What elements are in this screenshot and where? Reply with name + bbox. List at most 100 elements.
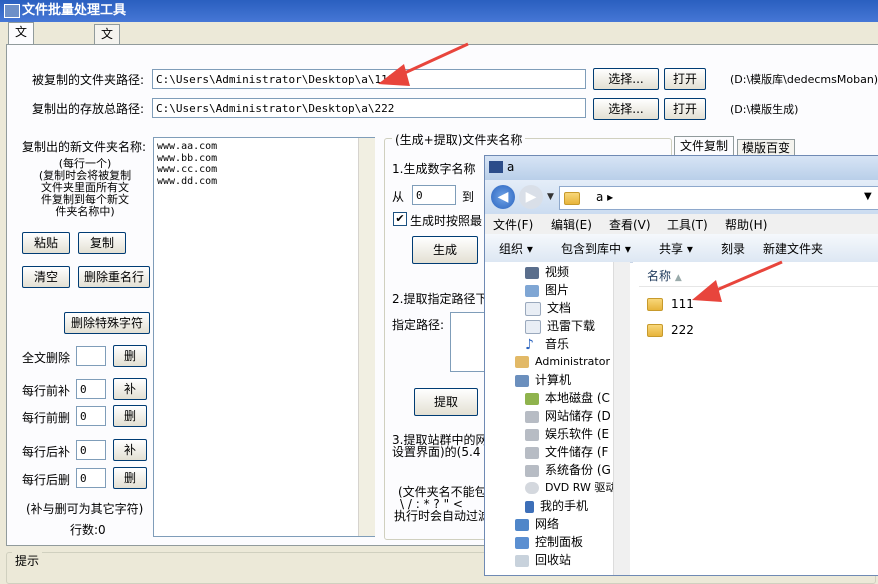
menu-edit[interactable]: 编辑(E): [551, 216, 592, 233]
menu-file[interactable]: 文件(F): [493, 216, 533, 233]
navigation-scrollbar[interactable]: [613, 262, 630, 575]
generate-button[interactable]: 生成: [412, 236, 478, 264]
path-label: 指定路径:: [392, 318, 445, 332]
explorer-window: a ◀ ▶ ▼ a ▸ ▼ 文件(F) 编辑(E) 查看(V) 工具(T) 帮助…: [484, 155, 878, 576]
file-item-111[interactable]: 111: [647, 295, 694, 313]
organize-button[interactable]: 组织 ▾: [499, 240, 533, 257]
from-input[interactable]: 0: [412, 185, 456, 205]
suffix-add-label: 每行后补: [22, 445, 71, 459]
drive-icon: [525, 410, 539, 423]
tree-item-documents[interactable]: 文档: [525, 299, 571, 317]
menu-help[interactable]: 帮助(H): [725, 216, 767, 233]
tree-item-disk-f[interactable]: 文件储存 (F: [525, 443, 608, 461]
suffix-add-button[interactable]: 补: [113, 439, 147, 461]
prefix-del-input[interactable]: 0: [76, 406, 106, 426]
dest-choose-button[interactable]: 选择...: [593, 98, 659, 120]
line-count: 行数:0: [70, 523, 106, 537]
app-icon: [4, 4, 20, 18]
new-folder-button[interactable]: 新建文件夹: [763, 240, 823, 257]
share-button[interactable]: 共享 ▾: [659, 240, 693, 257]
prefix-add-input[interactable]: 0: [76, 379, 106, 399]
new-names-textarea[interactable]: www.aa.com www.bb.com www.cc.com www.dd.…: [153, 137, 375, 537]
system-drive-icon: [525, 392, 539, 405]
menu-tools[interactable]: 工具(T): [667, 216, 708, 233]
names-scrollbar[interactable]: [358, 138, 375, 536]
note-text: (补与删可为其它字符): [26, 502, 144, 516]
explorer-app-icon: [489, 161, 503, 173]
history-dropdown-icon[interactable]: ▼: [547, 192, 554, 202]
tree-item-disk-c[interactable]: 本地磁盘 (C: [525, 389, 610, 407]
delete-all-input[interactable]: [76, 346, 106, 366]
copy-button[interactable]: 复制: [78, 232, 126, 254]
to-label: 到: [462, 190, 475, 204]
music-icon: ♪: [525, 336, 534, 353]
column-header-name[interactable]: 名称 ▲: [647, 267, 682, 284]
burn-button[interactable]: 刻录: [721, 240, 745, 257]
dest-open-button[interactable]: 打开: [664, 98, 706, 120]
status-label: 提示: [12, 552, 43, 569]
tree-item-disk-d[interactable]: 网站储存 (D: [525, 407, 611, 425]
tree-item-administrator[interactable]: Administrator: [515, 353, 610, 371]
suffix-add-input[interactable]: 0: [76, 440, 106, 460]
generate-group-title: (生成+提取)文件夹名称: [392, 131, 526, 148]
folder-icon: [564, 192, 580, 205]
tree-item-disk-g[interactable]: 系统备份 (G: [525, 461, 611, 479]
address-field[interactable]: a ▸ ▼: [559, 186, 878, 210]
suffix-del-input[interactable]: 0: [76, 468, 106, 488]
tree-item-videos[interactable]: 视频: [525, 263, 569, 281]
tree-item-xunlei[interactable]: 迅雷下载: [525, 317, 595, 335]
tree-item-computer[interactable]: 计算机: [515, 371, 571, 389]
source-path-hint: (D:\模版库\dedecmsMoban): [730, 73, 878, 86]
source-open-button[interactable]: 打开: [664, 68, 706, 90]
source-choose-button[interactable]: 选择...: [593, 68, 659, 90]
explorer-address-bar: ◀ ▶ ▼ a ▸ ▼: [485, 180, 878, 216]
suffix-del-button[interactable]: 删: [113, 467, 147, 489]
dest-path-input[interactable]: C:\Users\Administrator\Desktop\a\222: [152, 98, 586, 118]
name-line: www.aa.com: [157, 141, 218, 152]
tree-item-recycle-bin[interactable]: 回收站: [515, 551, 571, 569]
clear-button[interactable]: 清空: [22, 266, 70, 288]
tree-item-dvd[interactable]: DVD RW 驱动: [525, 479, 615, 497]
tree-item-control-panel[interactable]: 控制面板: [515, 533, 583, 551]
document-icon: [525, 301, 541, 316]
include-library-button[interactable]: 包含到库中 ▾: [561, 240, 631, 257]
file-item-222[interactable]: 222: [647, 321, 694, 339]
new-names-label: 复制出的新文件夹名称:: [22, 140, 147, 154]
tree-item-pictures[interactable]: 图片: [525, 281, 569, 299]
tree-item-network[interactable]: 网络: [515, 515, 559, 533]
navigation-pane: 视频 图片 文档 迅雷下载 ♪ 音乐 Administrator 计算机 本地磁盘…: [485, 262, 615, 575]
tree-item-music[interactable]: ♪ 音乐: [525, 335, 569, 353]
address-dropdown-icon[interactable]: ▼: [864, 191, 872, 202]
prefix-add-button[interactable]: 补: [113, 378, 147, 400]
sort-checkbox[interactable]: ✔: [393, 212, 407, 226]
tree-item-phone[interactable]: 我的手机: [525, 497, 588, 515]
step2-label: 2.提取指定路径下: [392, 292, 488, 306]
paste-button[interactable]: 粘贴: [22, 232, 70, 254]
prefix-add-label: 每行前补: [22, 384, 71, 398]
delete-all-button[interactable]: 删: [113, 345, 147, 367]
tab-batch-copy[interactable]: 文件批量复制: [8, 22, 35, 134]
forward-icon[interactable]: ▶: [519, 185, 543, 209]
menu-view[interactable]: 查看(V): [609, 216, 651, 233]
back-icon[interactable]: ◀: [491, 185, 515, 209]
prefix-del-label: 每行前删: [22, 411, 71, 425]
user-folder-icon: [515, 356, 529, 368]
dest-path-label: 复制出的存放总路径:: [32, 102, 145, 116]
extract-button[interactable]: 提取: [414, 388, 478, 416]
source-path-input[interactable]: C:\Users\Administrator\Desktop\a\111: [152, 69, 586, 89]
tree-item-disk-e[interactable]: 娱乐软件 (E: [525, 425, 609, 443]
remove-special-button[interactable]: 删除特殊字符: [64, 312, 150, 334]
window-title: 文件批量处理工具: [22, 3, 127, 18]
explorer-title: a: [507, 160, 515, 174]
delete-all-label: 全文删除: [22, 351, 71, 365]
tab-file-copy[interactable]: 文件复制: [674, 136, 735, 157]
name-line: www.dd.com: [157, 175, 218, 187]
dedupe-button[interactable]: 删除重名行: [78, 266, 150, 288]
drive-icon: [525, 464, 539, 477]
explorer-title-bar: a: [485, 156, 878, 180]
drive-icon: [525, 428, 539, 441]
tab-batch-modify[interactable]: 文件批量修改: [94, 24, 121, 136]
download-icon: [525, 319, 541, 334]
prefix-del-button[interactable]: 删: [113, 405, 147, 427]
control-panel-icon: [515, 536, 529, 549]
